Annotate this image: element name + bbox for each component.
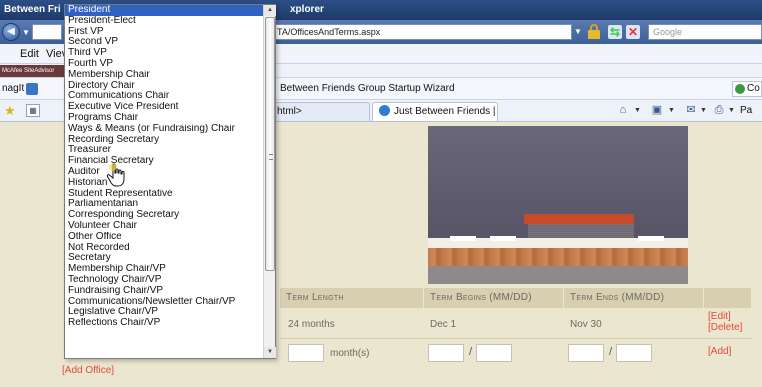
- scroll-down-icon[interactable]: ▼: [264, 347, 276, 358]
- page-menu-button[interactable]: Pa: [740, 105, 752, 116]
- snagit-label[interactable]: nagIt: [2, 83, 24, 94]
- mail-dropdown-icon[interactable]: ▼: [700, 107, 707, 114]
- snagit-icon[interactable]: [26, 83, 38, 95]
- feeds-dropdown-icon[interactable]: ▼: [668, 107, 675, 114]
- photo-red-block: [524, 214, 634, 224]
- back-button[interactable]: ◀: [2, 23, 20, 41]
- photo-tag: [638, 236, 664, 241]
- dropdown-option[interactable]: Parliamentarian: [65, 199, 263, 210]
- scroll-grip-icon: [269, 154, 273, 160]
- address-bar[interactable]: TA/OfficesAndTerms.aspx: [268, 24, 572, 40]
- tab-previous-label: html>: [277, 106, 302, 117]
- photo-tag: [490, 236, 516, 241]
- dropdown-option[interactable]: Ways & Means (or Fundraising) Chair: [65, 124, 263, 135]
- history-dropdown-icon[interactable]: ▼: [22, 28, 30, 37]
- photo-grey-block: [528, 224, 634, 238]
- address-stub-field[interactable]: [32, 24, 62, 40]
- photo-shelf-wood: [428, 248, 688, 266]
- dropdown-option[interactable]: Not Recorded: [65, 243, 263, 254]
- window-title-left: Between Fri: [4, 4, 61, 15]
- tab-previous[interactable]: html>: [270, 102, 370, 121]
- delete-link[interactable]: [Delete]: [708, 322, 742, 333]
- photo-tag: [450, 236, 476, 241]
- dropdown-option[interactable]: Legislative Chair/VP: [65, 307, 263, 318]
- refresh-icon[interactable]: ⇆: [608, 25, 622, 39]
- search-input[interactable]: Google: [648, 24, 762, 40]
- quick-tabs-icon[interactable]: ▦: [26, 104, 40, 117]
- dropdown-option[interactable]: Programs Chair: [65, 113, 263, 124]
- dropdown-option[interactable]: Recording Secretary: [65, 135, 263, 146]
- dropdown-option[interactable]: Corresponding Secretary: [65, 210, 263, 221]
- dropdown-option[interactable]: Secretary: [65, 253, 263, 264]
- dropdown-option[interactable]: Financial Secretary: [65, 156, 263, 167]
- dropdown-option[interactable]: Communications Chair: [65, 91, 263, 102]
- dropdown-option[interactable]: Auditor: [65, 167, 263, 178]
- menu-edit[interactable]: Edit: [20, 48, 39, 60]
- dropdown-option[interactable]: Communications/Newsletter Chair/VP: [65, 297, 263, 308]
- mcafee-siteadvisor-button[interactable]: McAfee SiteAdvisor: [0, 65, 66, 77]
- dropdown-option[interactable]: Membership Chair: [65, 70, 263, 81]
- dropdown-option[interactable]: Fundraising Chair/VP: [65, 286, 263, 297]
- window-title-right: xplorer: [290, 4, 324, 15]
- tab-active-label: Just Between Friends | Gro...: [394, 106, 497, 117]
- hand-cursor-icon: [106, 163, 125, 187]
- tab-just-between-friends[interactable]: Just Between Friends | Gro...: [372, 102, 498, 121]
- cell-term-begins: Dec 1: [430, 319, 457, 330]
- feeds-icon[interactable]: ▣: [650, 104, 664, 117]
- shelf-photo: [428, 126, 688, 284]
- photo-shelf-base: [428, 266, 688, 284]
- dropdown-option[interactable]: Directory Chair: [65, 81, 263, 92]
- dropdown-option[interactable]: Reflections Chair/VP: [65, 318, 263, 329]
- header-term-begins: Term Begins (MM/DD): [424, 288, 564, 308]
- dropdown-option[interactable]: Historian: [65, 178, 263, 189]
- address-dropdown-icon[interactable]: ▼: [574, 27, 582, 36]
- dropdown-option[interactable]: Technology Chair/VP: [65, 275, 263, 286]
- print-dropdown-icon[interactable]: ▼: [728, 107, 735, 114]
- scroll-up-icon[interactable]: ▲: [264, 5, 276, 16]
- print-icon[interactable]: ⎙: [712, 104, 726, 117]
- dropdown-option[interactable]: Fourth VP: [65, 59, 263, 70]
- begin-day-input[interactable]: [476, 344, 512, 362]
- dropdown-scrollbar[interactable]: ▲ ▼: [263, 5, 276, 358]
- add-office-link[interactable]: [Add Office]: [62, 365, 114, 376]
- end-date-slash: /: [609, 346, 613, 358]
- home-icon[interactable]: ⌂: [616, 104, 630, 117]
- term-length-input[interactable]: [288, 344, 324, 362]
- header-term-length: Term Length: [280, 288, 424, 308]
- favorites-star-icon[interactable]: ★: [4, 103, 16, 118]
- header-term-ends: Term Ends (MM/DD): [564, 288, 704, 308]
- begin-month-input[interactable]: [428, 344, 464, 362]
- group-startup-wizard-link[interactable]: Between Friends Group Startup Wizard: [280, 83, 455, 94]
- row-divider: [280, 338, 752, 339]
- dropdown-option[interactable]: Executive Vice President: [65, 102, 263, 113]
- cell-term-length: 24 months: [288, 319, 335, 330]
- header-actions: [704, 288, 752, 308]
- dropdown-option[interactable]: Treasurer: [65, 145, 263, 156]
- dropdown-option[interactable]: President: [65, 5, 263, 16]
- stop-icon[interactable]: ✕: [626, 25, 640, 39]
- dropdown-option[interactable]: Volunteer Chair: [65, 221, 263, 232]
- scroll-thumb[interactable]: [265, 17, 275, 271]
- co-button[interactable]: Co: [732, 81, 762, 97]
- ie-page-icon: [379, 105, 390, 116]
- end-day-input[interactable]: [616, 344, 652, 362]
- lock-icon[interactable]: [588, 24, 600, 40]
- dropdown-option[interactable]: Third VP: [65, 48, 263, 59]
- mail-icon[interactable]: ✉: [684, 104, 698, 117]
- home-dropdown-icon[interactable]: ▼: [634, 107, 641, 114]
- add-link[interactable]: [Add]: [708, 346, 731, 357]
- dropdown-option[interactable]: Student Representative: [65, 189, 263, 200]
- dropdown-option[interactable]: Other Office: [65, 232, 263, 243]
- office-select-dropdown[interactable]: President President-Elect First VP Second V…: [64, 4, 276, 359]
- office-options-list[interactable]: President President-Elect First VP Second V…: [65, 5, 263, 358]
- dropdown-option[interactable]: President-Elect: [65, 16, 263, 27]
- end-month-input[interactable]: [568, 344, 604, 362]
- months-suffix: month(s): [330, 348, 370, 359]
- dropdown-option[interactable]: Second VP: [65, 37, 263, 48]
- begin-date-slash: /: [469, 346, 473, 358]
- dropdown-option[interactable]: First VP: [65, 27, 263, 38]
- cell-term-ends: Nov 30: [570, 319, 602, 330]
- dropdown-option[interactable]: Membership Chair/VP: [65, 264, 263, 275]
- edit-link[interactable]: [Edit]: [708, 311, 731, 322]
